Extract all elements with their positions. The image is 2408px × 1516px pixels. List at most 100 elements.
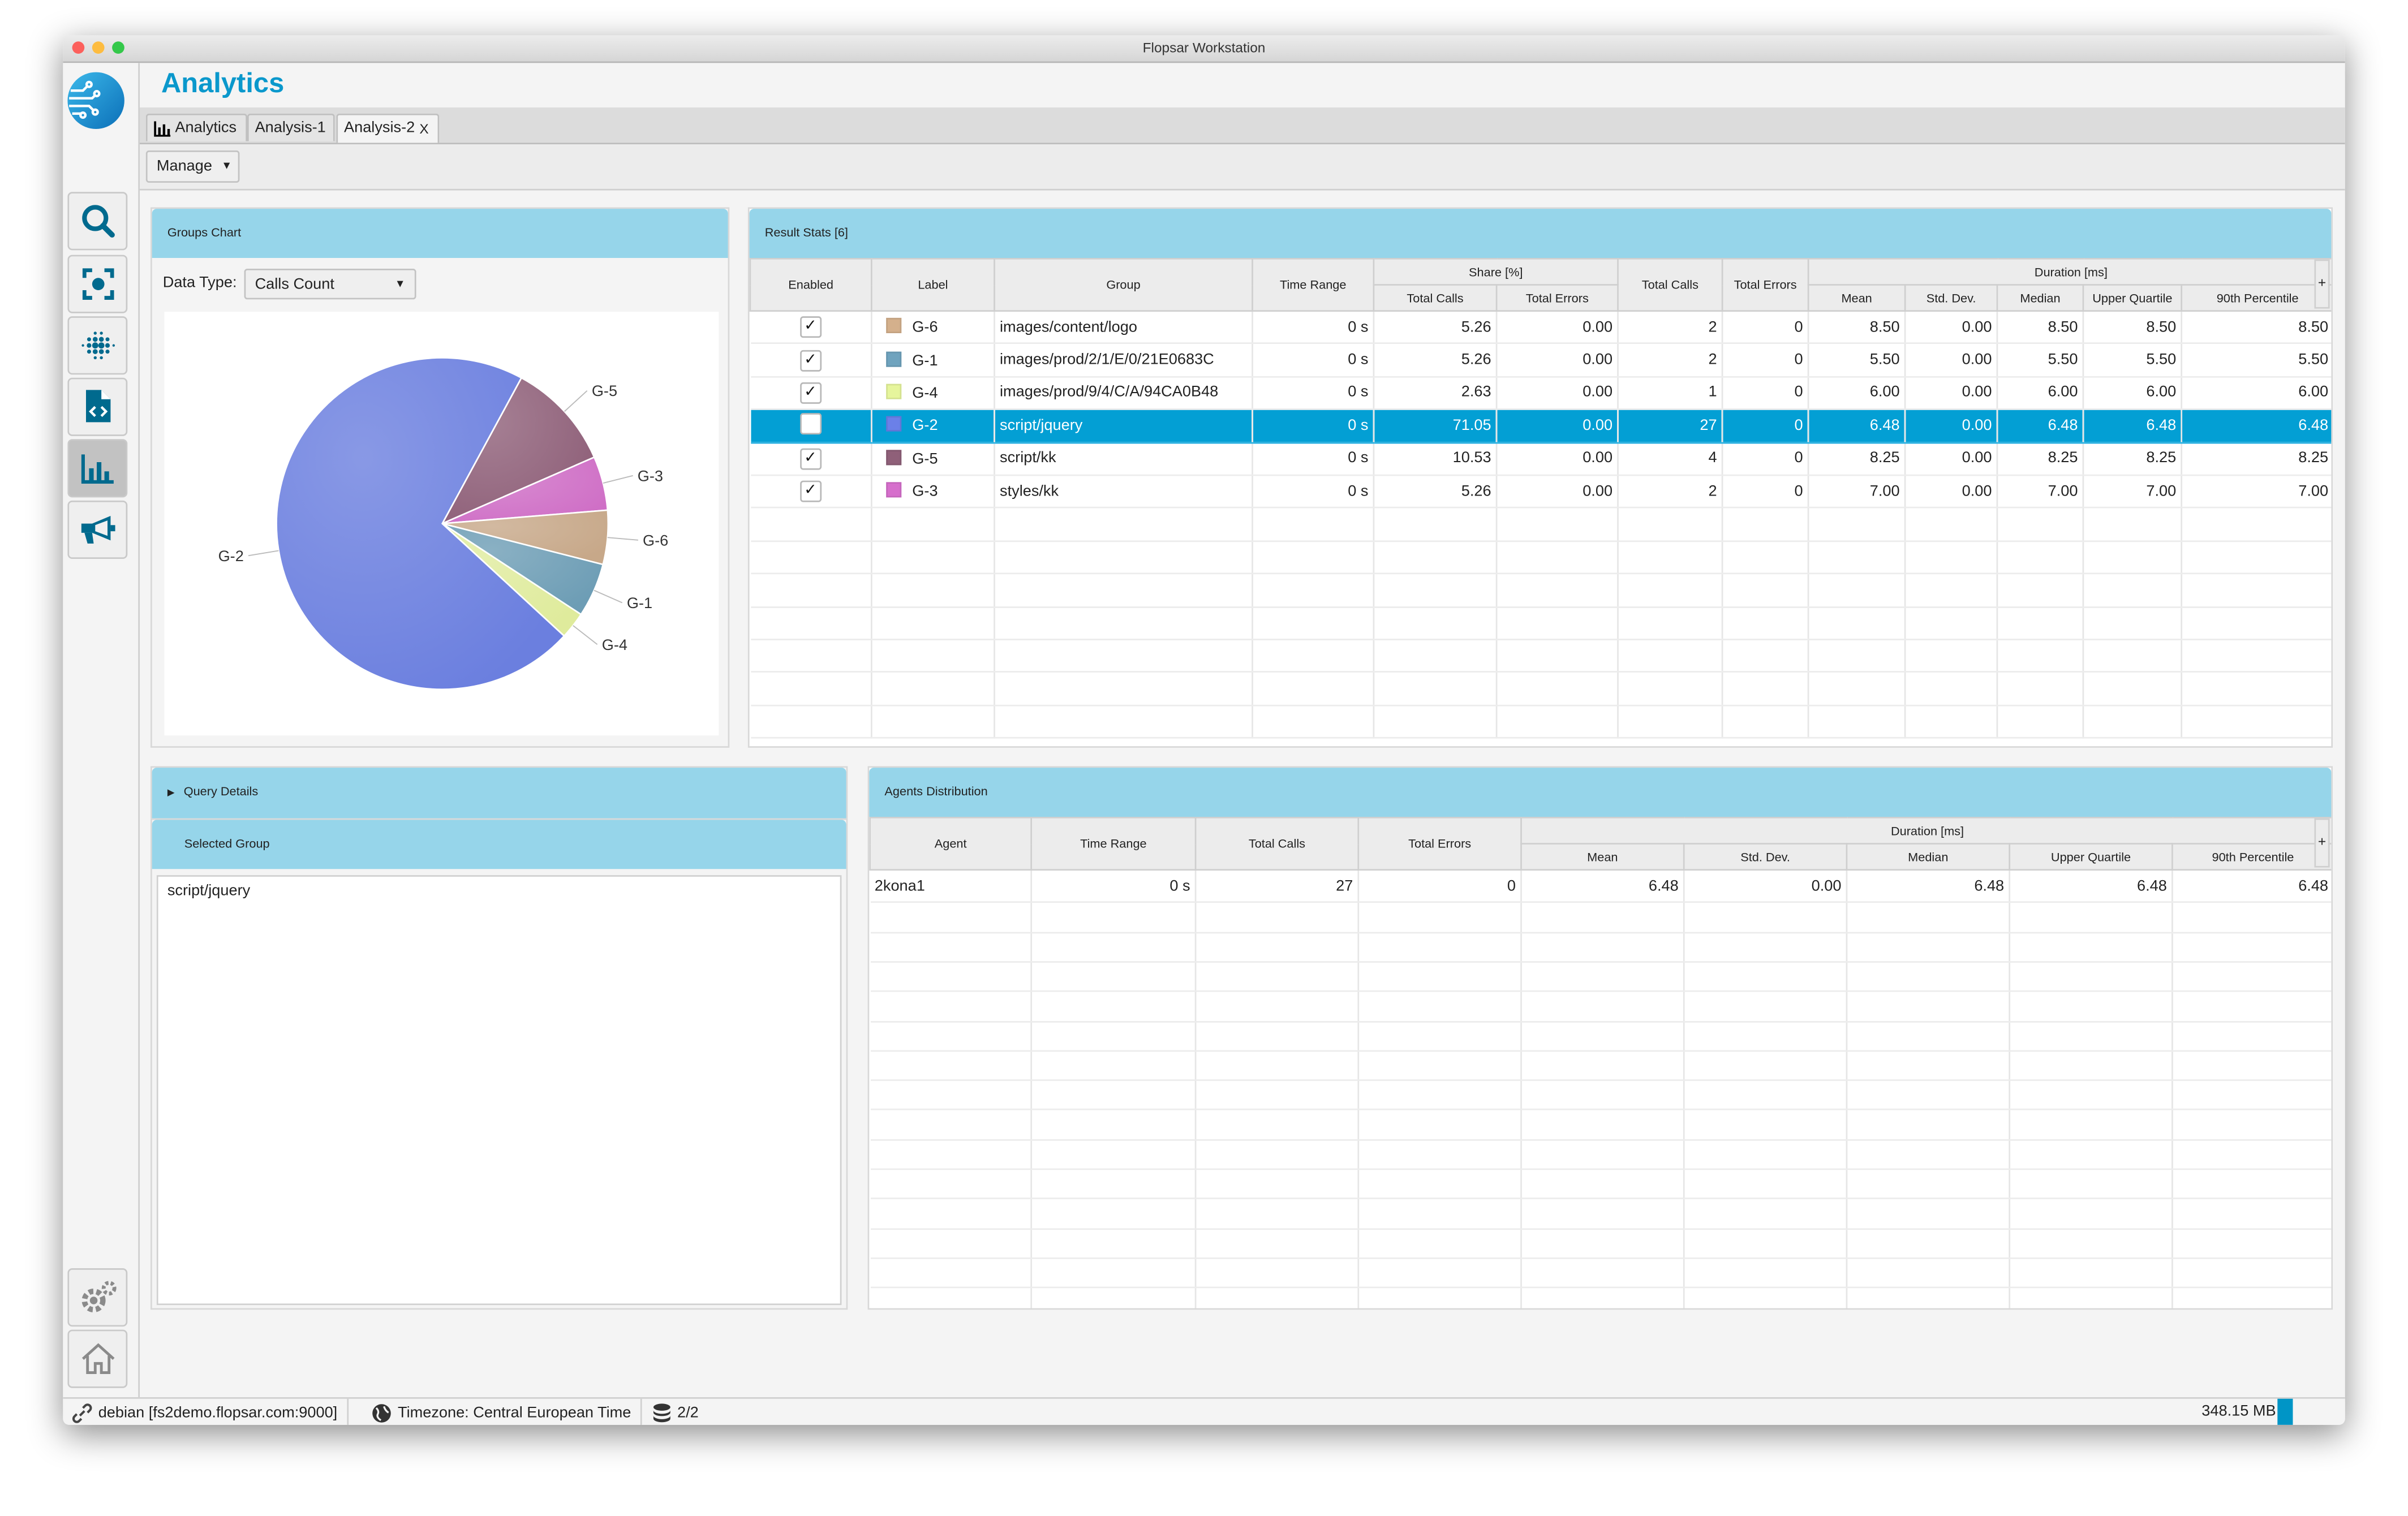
app-logo xyxy=(67,72,124,130)
column-header[interactable]: Total Calls xyxy=(1373,284,1498,312)
column-header[interactable]: Median xyxy=(1846,843,2011,871)
empty-cell xyxy=(871,541,995,575)
column-header[interactable]: Upper Quartile xyxy=(2009,843,2173,871)
sidebar-analytics-button[interactable] xyxy=(67,439,128,498)
memory-usage-bar[interactable] xyxy=(2277,1398,2345,1425)
enabled-checkbox[interactable] xyxy=(799,412,822,434)
empty-cell xyxy=(1497,606,1619,640)
enabled-checkbox[interactable]: ✓ xyxy=(799,316,822,338)
column-header[interactable]: Group xyxy=(994,258,1253,312)
column-header[interactable]: Median xyxy=(1996,284,2084,312)
mean-cell: 6.48 xyxy=(1521,869,1685,904)
empty-cell xyxy=(2009,991,2173,1022)
empty-cell xyxy=(1196,1080,1360,1111)
link-icon xyxy=(72,1402,92,1423)
empty-cell xyxy=(2172,1287,2332,1308)
sidebar-dots-button[interactable] xyxy=(67,316,128,375)
calls-cell: 27 xyxy=(1618,409,1723,443)
sidebar-code-button[interactable] xyxy=(67,377,128,436)
column-header[interactable]: Enabled xyxy=(749,258,872,312)
empty-cell xyxy=(2009,902,2173,933)
mean-cell: 8.50 xyxy=(1808,311,1906,345)
column-header[interactable]: 90th Percentile xyxy=(2181,284,2332,312)
table-row[interactable]: G-2 script/jquery 0 s 71.05 0.00 27 0 6.48 0.00 6… xyxy=(750,409,2332,443)
table-row[interactable]: 2kona1 0 s 27 0 6.48 0.00 6.48 6.48 6.48 xyxy=(870,869,2332,904)
column-header[interactable]: Time Range xyxy=(1030,817,1197,871)
enabled-checkbox[interactable]: ✓ xyxy=(799,480,822,502)
table-row[interactable]: ✓ G-1 images/prod/2/1/E/0/21E0683C 0 s 5.26 0… xyxy=(750,343,2332,378)
empty-cell xyxy=(2172,1110,2332,1141)
tab-analysis-1[interactable]: Analysis-1 xyxy=(247,113,335,141)
empty-cell xyxy=(1997,606,2084,640)
header-row: Enabled Label Group Time Range Share [%] Tota… xyxy=(749,258,2332,312)
sidebar-home-button[interactable] xyxy=(67,1329,128,1388)
empty-cell xyxy=(871,639,995,673)
column-header[interactable]: Total Errors xyxy=(1357,817,1522,871)
column-header[interactable]: Mean xyxy=(1520,843,1685,871)
errors-cell: 0 xyxy=(1722,343,1809,378)
table-row[interactable]: ✓ G-6 images/content/logo 0 s 5.26 0.00 2 0 8.50… xyxy=(750,311,2332,345)
empty-cell xyxy=(2009,1228,2173,1259)
column-header[interactable]: 90th Percentile xyxy=(2172,843,2332,871)
sidebar-focus-button[interactable] xyxy=(67,255,128,313)
minimize-window-button[interactable] xyxy=(92,41,105,54)
selected-group-textarea[interactable]: script/jquery xyxy=(156,875,842,1306)
enabled-checkbox[interactable]: ✓ xyxy=(799,382,822,404)
enabled-cell: ✓ xyxy=(750,376,872,411)
agent-cell: 2kona1 xyxy=(870,869,1033,904)
column-header[interactable]: Agent xyxy=(869,817,1033,871)
column-header[interactable]: Mean xyxy=(1807,284,1906,312)
enabled-checkbox[interactable]: ✓ xyxy=(799,447,822,470)
table-row[interactable]: ✓ G-4 images/prod/9/4/C/A/94CA0B48 0 s 2.63 0… xyxy=(750,376,2332,411)
empty-cell xyxy=(870,932,1033,963)
sidebar-settings-button[interactable] xyxy=(67,1268,128,1327)
pie-leader-line xyxy=(573,625,598,645)
column-header[interactable]: Label xyxy=(871,258,995,312)
column-header[interactable]: Std. Dev. xyxy=(1683,843,1848,871)
empty-cell xyxy=(1846,991,2011,1022)
empty-cell xyxy=(871,574,995,608)
tab-analytics[interactable]: Analytics xyxy=(145,113,248,141)
column-menu-button[interactable]: + xyxy=(2314,259,2330,309)
column-header[interactable]: Total Calls xyxy=(1617,258,1723,312)
query-details-panel[interactable]: ▶ Query Details xyxy=(150,766,848,819)
memory-usage-text: 348.15 MB xyxy=(2201,1403,2276,1420)
tab-analysis-2[interactable]: Analysis-2 X xyxy=(336,113,440,143)
manage-dropdown[interactable]: Manage ▼ xyxy=(145,150,240,183)
column-header[interactable]: Std. Dev. xyxy=(1904,284,1998,312)
sidebar-alerts-button[interactable] xyxy=(67,500,128,559)
column-header[interactable]: Total Errors xyxy=(1721,258,1809,312)
close-tab-icon[interactable]: X xyxy=(419,115,428,143)
toolbar: Manage ▼ xyxy=(140,144,2345,191)
column-header[interactable]: Time Range xyxy=(1252,258,1375,312)
empty-cell xyxy=(1846,932,2011,963)
maximize-window-button[interactable] xyxy=(112,41,124,54)
empty-cell xyxy=(1846,1139,2011,1170)
bar-chart-icon xyxy=(80,454,113,484)
empty-cell xyxy=(994,541,1253,575)
sidebar-search-button[interactable] xyxy=(67,192,128,251)
empty-cell xyxy=(1031,1287,1197,1308)
empty-cell xyxy=(1684,1139,1848,1170)
empty-row xyxy=(870,902,2332,933)
close-window-button[interactable] xyxy=(72,41,85,54)
empty-cell xyxy=(871,705,995,739)
enabled-checkbox[interactable]: ✓ xyxy=(799,349,822,371)
column-menu-button[interactable]: + xyxy=(2314,818,2330,868)
p90-cell: 6.48 xyxy=(2172,869,2332,904)
group-cell: images/prod/9/4/C/A/94CA0B48 xyxy=(994,376,1253,411)
empty-cell xyxy=(1358,1258,1522,1289)
data-type-select[interactable]: Calls Count ▼ xyxy=(244,269,416,300)
empty-cell xyxy=(1196,962,1360,993)
column-header[interactable]: Total Errors xyxy=(1495,284,1619,312)
empty-row xyxy=(750,672,2332,706)
uq-cell: 8.50 xyxy=(2083,311,2183,345)
table-row[interactable]: ✓ G-5 script/kk 0 s 10.53 0.00 4 0 8.25 0.00 8.25 8… xyxy=(750,442,2332,476)
table-row[interactable]: ✓ G-3 styles/kk 0 s 5.26 0.00 2 0 7.00 0.00 7.00 7.… xyxy=(750,475,2332,509)
empty-row xyxy=(870,1287,2332,1308)
column-header[interactable]: Upper Quartile xyxy=(2082,284,2183,312)
empty-cell xyxy=(1196,1199,1360,1230)
uq-cell: 5.50 xyxy=(2083,343,2183,378)
column-header[interactable]: Total Calls xyxy=(1194,817,1360,871)
empty-cell xyxy=(1497,672,1619,706)
